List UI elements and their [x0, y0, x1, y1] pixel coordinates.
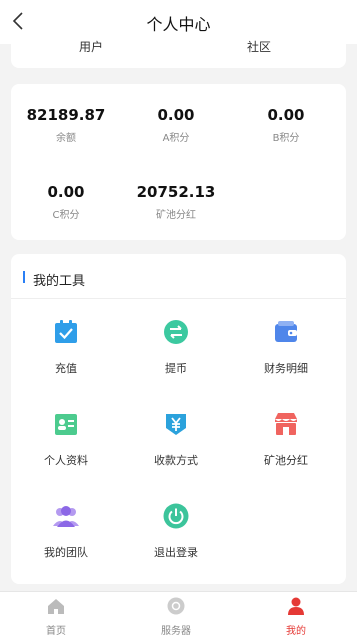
c-points-stat: 0.00 C积分 [11, 183, 121, 221]
tab-mine-label: 我的 [286, 626, 306, 637]
bottom-tab-bar: 首页 服务器 我的 [0, 591, 357, 637]
my-team-label: 我的团队 [44, 546, 88, 559]
logout-button[interactable]: 退出登录 [121, 502, 231, 560]
payment-method-button[interactable]: 收款方式 [121, 410, 231, 468]
balance-stat: 82189.87 余额 [11, 106, 121, 144]
b-points-value: 0.00 [267, 106, 305, 124]
withdraw-coin-button[interactable]: 提币 [121, 318, 231, 376]
c-points-label: C积分 [52, 210, 80, 221]
c-points-value: 0.00 [47, 183, 85, 201]
a-points-stat: 0.00 A积分 [121, 106, 231, 144]
tab-mine[interactable]: 我的 [256, 596, 336, 637]
divider [11, 298, 346, 299]
tab-server[interactable]: 服务器 [136, 596, 216, 637]
server-icon [167, 597, 185, 615]
yuan-shield-icon [166, 414, 186, 435]
logout-label: 退出登录 [154, 546, 198, 559]
financial-details-button[interactable]: 财务明细 [231, 318, 341, 376]
user-label[interactable]: 用户 [79, 38, 103, 55]
mining-dividend-stat: 20752.13 矿池分红 [121, 183, 231, 221]
a-points-value: 0.00 [157, 106, 195, 124]
my-team-button[interactable]: 我的团队 [11, 502, 121, 560]
financial-details-label: 财务明细 [264, 362, 308, 375]
withdraw-coin-label: 提币 [165, 362, 187, 375]
mining-dividend-button[interactable]: 矿池分红 [231, 410, 341, 468]
my-tools-card: 我的工具 充值 提币 财务明细 个人资料 收款方式 矿池分红 我的团队 退出登录 [11, 254, 346, 584]
b-points-label: B积分 [272, 133, 300, 144]
tools-title: 我的工具 [33, 274, 86, 289]
community-label[interactable]: 社区 [247, 38, 271, 55]
tab-server-label: 服务器 [161, 626, 191, 637]
payment-method-label: 收款方式 [154, 454, 198, 467]
balance-label: 余额 [56, 133, 76, 144]
team-icon [53, 506, 79, 527]
profile-button[interactable]: 个人资料 [11, 410, 121, 468]
mining-dividend-value: 20752.13 [136, 183, 216, 201]
page-title: 个人中心 [146, 15, 211, 34]
balance-value: 82189.87 [26, 106, 106, 124]
user-community-card: 用户 社区 [11, 34, 346, 68]
recharge-label: 充值 [55, 362, 77, 375]
tab-home-label: 首页 [46, 626, 66, 637]
mining-dividend-tool-label: 矿池分红 [264, 454, 308, 467]
a-points-label: A积分 [162, 133, 190, 144]
user-icon [288, 597, 304, 615]
recharge-button[interactable]: 充值 [11, 318, 121, 376]
mining-dividend-label: 矿池分红 [156, 210, 196, 221]
wallet-icon [275, 321, 297, 342]
id-card-icon [55, 414, 77, 435]
assets-card: 82189.87 余额 0.00 A积分 0.00 B积分 0.00 C积分 2… [11, 84, 346, 240]
shop-icon [275, 413, 297, 435]
profile-label: 个人资料 [44, 454, 88, 467]
tab-home[interactable]: 首页 [16, 596, 96, 637]
home-icon [48, 599, 64, 614]
power-icon [163, 503, 189, 529]
exchange-icon [164, 320, 188, 344]
recharge-icon [55, 320, 77, 343]
b-points-stat: 0.00 B积分 [231, 106, 341, 144]
